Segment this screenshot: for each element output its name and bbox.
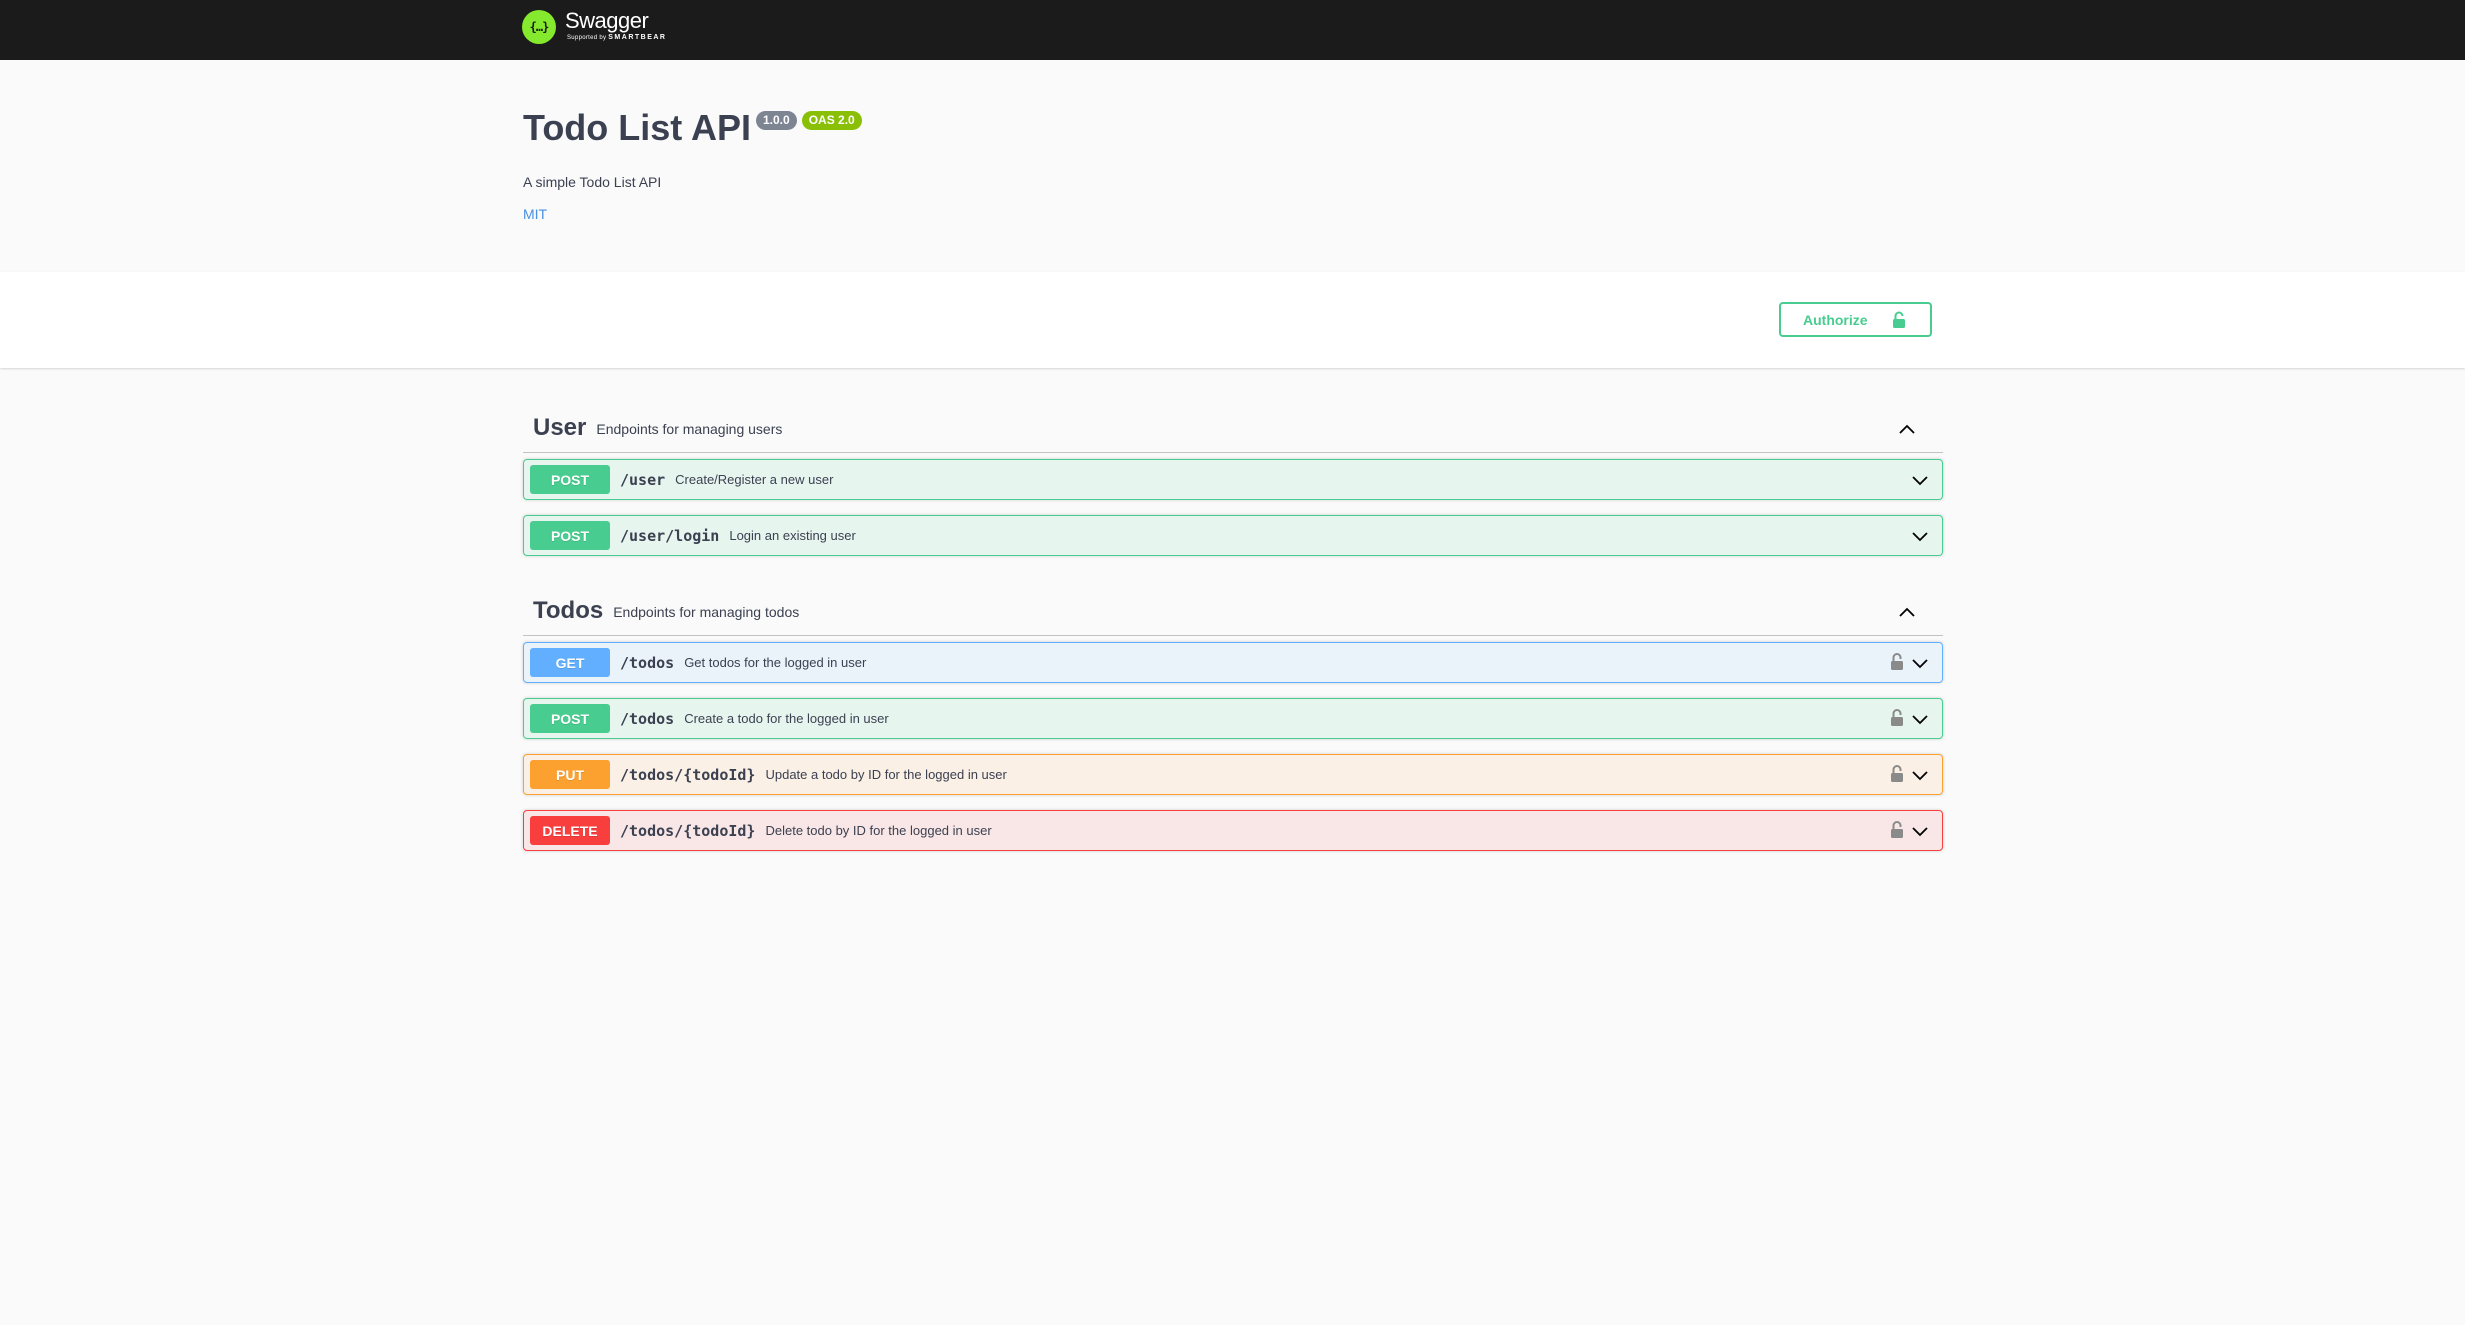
method-badge: POST bbox=[530, 521, 610, 550]
operation-summary: Login an existing user bbox=[729, 528, 856, 543]
title-row: Todo List API 1.0.0 OAS 2.0 bbox=[523, 107, 862, 149]
lock-icon[interactable] bbox=[1890, 652, 1904, 672]
authorize-button[interactable]: Authorize bbox=[1779, 302, 1932, 337]
lock-icon[interactable] bbox=[1890, 708, 1904, 728]
logo-sub-brand: SMARTBEAR bbox=[608, 34, 667, 41]
chevron-down-icon[interactable] bbox=[1910, 766, 1930, 786]
operation-summary: Create a todo for the logged in user bbox=[684, 711, 889, 726]
logo-name: Swagger bbox=[565, 8, 649, 33]
method-badge: POST bbox=[530, 465, 610, 494]
chevron-down-icon[interactable] bbox=[1910, 822, 1930, 842]
operation-path: /todos bbox=[620, 709, 675, 728]
method-badge: PUT bbox=[530, 760, 610, 789]
operation-post-user[interactable]: POST /user Create/Register a new user bbox=[523, 459, 1943, 500]
operation-path: /todos/{todoId} bbox=[620, 765, 756, 784]
operation-get-todos[interactable]: GET /todos Get todos for the logged in u… bbox=[523, 642, 1943, 683]
logo-subtitle: Supported by SMARTBEAR bbox=[567, 34, 667, 42]
lock-icon[interactable] bbox=[1890, 764, 1904, 784]
unlock-icon bbox=[1893, 311, 1905, 328]
operation-summary: Create/Register a new user bbox=[675, 472, 834, 487]
tag-description: Endpoints for managing todos bbox=[613, 604, 800, 620]
api-title: Todo List API bbox=[523, 107, 751, 148]
chevron-down-icon[interactable] bbox=[1910, 527, 1930, 547]
lock-icon[interactable] bbox=[1890, 820, 1904, 840]
method-badge: POST bbox=[530, 704, 610, 733]
logo-sub-prefix: Supported by bbox=[567, 35, 607, 41]
info-section: Todo List API 1.0.0 OAS 2.0 A simple Tod… bbox=[0, 60, 2465, 272]
scheme-container: Authorize bbox=[0, 272, 2465, 368]
method-badge: GET bbox=[530, 648, 610, 677]
operation-path: /user bbox=[620, 470, 666, 489]
swagger-logo-icon: {…} bbox=[522, 10, 556, 44]
operation-summary: Get todos for the logged in user bbox=[684, 655, 867, 670]
authorize-label: Authorize bbox=[1803, 311, 1868, 328]
chevron-up-icon[interactable] bbox=[1897, 419, 1917, 439]
chevron-up-icon[interactable] bbox=[1897, 602, 1917, 622]
license-link[interactable]: MIT bbox=[523, 206, 547, 222]
chevron-down-icon[interactable] bbox=[1910, 710, 1930, 730]
tag-header-user[interactable]: User Endpoints for managing users bbox=[523, 403, 1943, 453]
method-badge: DELETE bbox=[530, 816, 610, 845]
operation-post-todos[interactable]: POST /todos Create a todo for the logged… bbox=[523, 698, 1943, 739]
tag-header-todos[interactable]: Todos Endpoints for managing todos bbox=[523, 586, 1943, 636]
operation-put-todo[interactable]: PUT /todos/{todoId} Update a todo by ID … bbox=[523, 754, 1943, 795]
swagger-logo[interactable]: {…} Swagger Supported by SMARTBEAR bbox=[522, 10, 667, 50]
tag-section-todos: Todos Endpoints for managing todos GET /… bbox=[523, 586, 1943, 851]
version-badge: 1.0.0 bbox=[755, 111, 797, 130]
api-description: A simple Todo List API bbox=[523, 174, 662, 190]
tag-name: User bbox=[533, 413, 587, 441]
operation-path: /user/login bbox=[620, 526, 720, 545]
tag-name: Todos bbox=[533, 596, 604, 624]
topbar: {…} Swagger Supported by SMARTBEAR bbox=[0, 0, 2465, 60]
operation-delete-todo[interactable]: DELETE /todos/{todoId} Delete todo by ID… bbox=[523, 810, 1943, 851]
operation-summary: Delete todo by ID for the logged in user bbox=[765, 823, 992, 838]
tag-description: Endpoints for managing users bbox=[596, 421, 783, 437]
operation-path: /todos bbox=[620, 653, 675, 672]
oas-badge: OAS 2.0 bbox=[801, 111, 862, 130]
chevron-down-icon[interactable] bbox=[1910, 654, 1930, 674]
operation-path: /todos/{todoId} bbox=[620, 821, 756, 840]
tag-section-user: User Endpoints for managing users POST /… bbox=[523, 403, 1943, 556]
operation-post-user-login[interactable]: POST /user/login Login an existing user bbox=[523, 515, 1943, 556]
chevron-down-icon[interactable] bbox=[1910, 471, 1930, 491]
operation-summary: Update a todo by ID for the logged in us… bbox=[765, 767, 1007, 782]
